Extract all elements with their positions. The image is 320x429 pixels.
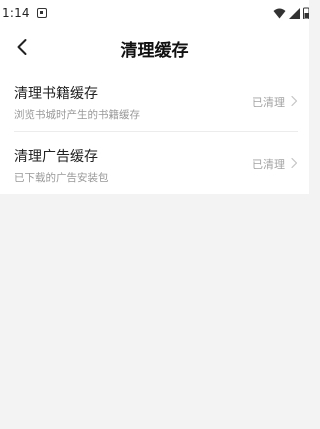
chevron-right-icon: [291, 157, 298, 169]
wifi-icon: [273, 8, 286, 18]
page-title: 清理缓存: [120, 41, 189, 61]
item-title: 清理书籍缓存: [14, 86, 98, 102]
item-description: 已下载的广告安装包: [14, 172, 109, 184]
signal-icon: [289, 7, 300, 19]
item-status: 已清理: [252, 96, 285, 109]
status-time: 1:14: [2, 6, 30, 20]
notification-icon: [37, 8, 47, 18]
status-icons: [273, 7, 309, 19]
cache-list: 清理书籍缓存 浏览书城时产生的书籍缓存 已清理 清理广告缓存 已下载的广告安装包…: [0, 70, 309, 194]
item-title: 清理广告缓存: [14, 149, 98, 165]
clear-ad-cache-item[interactable]: 清理广告缓存 已下载的广告安装包 已清理: [0, 132, 309, 194]
item-status: 已清理: [252, 158, 285, 171]
status-bar: 1:14: [0, 0, 309, 26]
battery-icon: [303, 7, 309, 19]
clear-book-cache-item[interactable]: 清理书籍缓存 浏览书城时产生的书籍缓存 已清理: [0, 70, 309, 132]
header: 清理缓存: [0, 26, 309, 70]
item-description: 浏览书城时产生的书籍缓存: [14, 109, 140, 121]
chevron-right-icon: [291, 95, 298, 107]
